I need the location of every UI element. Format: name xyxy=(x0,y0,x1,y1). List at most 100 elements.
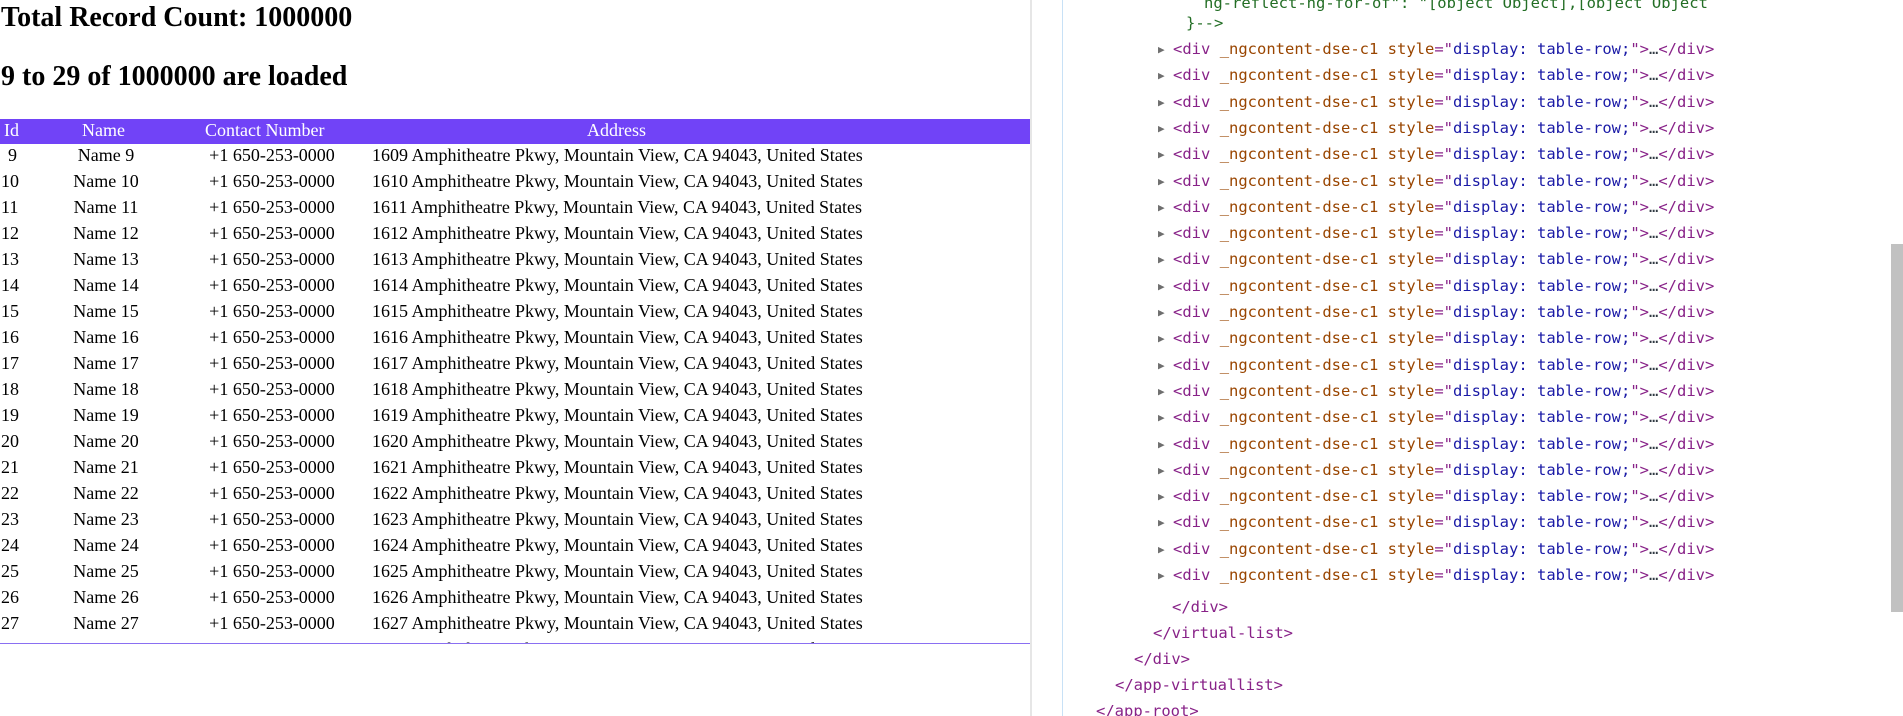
cell-id: 20 xyxy=(1,431,19,451)
dom-node-attr: style xyxy=(1387,92,1435,111)
dom-node-tag: div xyxy=(1677,118,1706,137)
cell-name: Name 9 xyxy=(77,145,135,165)
dom-node-row[interactable]: ▶ <div _ngcontent-dse-c1 style="display: … xyxy=(1158,404,1714,430)
expand-triangle-icon[interactable]: ▶ xyxy=(1158,116,1169,142)
dom-node-row[interactable]: ▶ <div _ngcontent-dse-c1 style="display: … xyxy=(1158,36,1714,62)
dom-node-row[interactable]: ▶ <div _ngcontent-dse-c1 style="display: … xyxy=(1158,89,1714,115)
dom-node-tag: div xyxy=(1677,171,1706,190)
dom-node-punctuation: =" xyxy=(1434,197,1454,216)
dom-node-punctuation: </ xyxy=(1658,197,1678,216)
dom-node-attr: style xyxy=(1387,145,1435,164)
dom-node-tag: div xyxy=(1677,434,1706,453)
dom-node-attr: style xyxy=(1387,566,1435,584)
table-row[interactable]: 17 Name 17 +1 650-253-0000 1617 Amphitheatr… xyxy=(0,352,1030,378)
dom-node-punctuation xyxy=(1210,356,1219,374)
expand-triangle-icon[interactable]: ▶ xyxy=(1158,274,1169,300)
expand-triangle-icon[interactable]: ▶ xyxy=(1158,221,1169,247)
dom-node-val: display: table-row; xyxy=(1453,539,1631,558)
expand-triangle-icon[interactable]: ▶ xyxy=(1158,484,1169,510)
dom-node-punctuation xyxy=(1210,566,1219,584)
dom-node-punctuation: "> xyxy=(1630,303,1649,321)
dom-node-attr: _ngcontent-dse-c1 xyxy=(1219,92,1379,111)
dom-node-row[interactable]: ▶ <div _ngcontent-dse-c1 style="display: … xyxy=(1158,509,1714,535)
dom-node-row[interactable]: ▶ <div _ngcontent-dse-c1 style="display: … xyxy=(1158,457,1714,483)
expand-triangle-icon[interactable]: ▶ xyxy=(1158,458,1169,484)
expand-triangle-icon[interactable]: ▶ xyxy=(1158,247,1169,273)
table-row[interactable]: 25 Name 25 +1 650-253-0000 1625 Amphitheatr… xyxy=(0,560,1030,586)
devtools-scrollbar[interactable] xyxy=(1891,244,1903,612)
dom-node-ell: … xyxy=(1649,329,1659,348)
dom-node-row[interactable]: ▶ <div _ngcontent-dse-c1 style="display: … xyxy=(1158,246,1714,272)
table-row[interactable]: 14 Name 14 +1 650-253-0000 1614 Amphitheatr… xyxy=(0,274,1030,300)
table-row[interactable]: 23 Name 23 +1 650-253-0000 1623 Amphitheatr… xyxy=(0,508,1030,534)
dom-node-ell: … xyxy=(1649,434,1659,453)
expand-triangle-icon[interactable]: ▶ xyxy=(1158,326,1169,352)
table-row[interactable]: 16 Name 16 +1 650-253-0000 1616 Amphitheatr… xyxy=(0,326,1030,352)
table-row[interactable]: 26 Name 26 +1 650-253-0000 1626 Amphitheatr… xyxy=(0,586,1030,612)
dom-node-row[interactable]: ▶ <div _ngcontent-dse-c1 style="display: … xyxy=(1158,273,1714,299)
dom-node-punctuation: "> xyxy=(1630,66,1649,85)
table-row[interactable]: 28Name 28+1 650-253-00001628 Amphitheatr… xyxy=(0,638,1030,643)
table-row[interactable]: 11 Name 11 +1 650-253-0000 1611 Amphitheatr… xyxy=(0,196,1030,222)
dom-node-attr: style xyxy=(1387,329,1435,348)
dom-node-row[interactable]: ▶ <div _ngcontent-dse-c1 style="display: … xyxy=(1158,536,1714,562)
dom-node-row[interactable]: ▶ <div _ngcontent-dse-c1 style="display: … xyxy=(1158,168,1714,194)
dom-node-attr: style xyxy=(1387,276,1435,295)
table-row[interactable]: 15 Name 15 +1 650-253-0000 1615 Amphitheatr… xyxy=(0,300,1030,326)
table-row[interactable]: 19 Name 19 +1 650-253-0000 1619 Amphitheatr… xyxy=(0,404,1030,430)
dom-node-row[interactable]: ▶ <div _ngcontent-dse-c1 style="display: … xyxy=(1158,220,1714,246)
expand-triangle-icon[interactable]: ▶ xyxy=(1158,63,1169,89)
dom-node-val: display: table-row; xyxy=(1453,66,1631,85)
dom-node-punctuation: < xyxy=(1173,355,1183,374)
dom-node-row[interactable]: ▶ <div _ngcontent-dse-c1 style="display: … xyxy=(1158,483,1714,509)
expand-triangle-icon[interactable]: ▶ xyxy=(1158,90,1169,116)
expand-triangle-icon[interactable]: ▶ xyxy=(1158,300,1169,326)
expand-triangle-icon[interactable]: ▶ xyxy=(1158,510,1169,536)
expand-triangle-icon[interactable]: ▶ xyxy=(1158,537,1169,563)
expand-triangle-icon[interactable]: ▶ xyxy=(1158,379,1169,405)
dom-node-row[interactable]: ▶ <div _ngcontent-dse-c1 style="display: … xyxy=(1158,431,1714,457)
expand-triangle-icon[interactable]: ▶ xyxy=(1158,353,1169,379)
dom-node-row[interactable]: ▶ <div _ngcontent-dse-c1 style="display: … xyxy=(1158,325,1714,351)
virtual-list-viewport[interactable]: Id Name Contact Number Address 9 Name 9 +1… xyxy=(0,119,1030,644)
table-row[interactable]: 9 Name 9 +1 650-253-0000 1609 Amphitheatre … xyxy=(0,144,1030,170)
table-row[interactable]: 20 Name 20 +1 650-253-0000 1620 Amphitheatr… xyxy=(0,430,1030,456)
cell-contact-number: +1 650-253-0000 xyxy=(209,613,335,633)
dom-node-row[interactable]: ▶ <div _ngcontent-dse-c1 style="display: … xyxy=(1158,378,1714,404)
expand-triangle-icon[interactable]: ▶ xyxy=(1158,563,1169,589)
dom-node-attr: _ngcontent-dse-c1 xyxy=(1219,66,1379,85)
devtools-gutter-line xyxy=(1062,0,1063,716)
cell-id: 22 xyxy=(1,483,19,503)
dom-node-punctuation: </ xyxy=(1658,171,1678,190)
expand-triangle-icon[interactable]: ▶ xyxy=(1158,37,1169,63)
dom-node-row[interactable]: ▶ <div _ngcontent-dse-c1 style="display: … xyxy=(1158,62,1714,88)
dom-node-row[interactable]: ▶ <div _ngcontent-dse-c1 style="display: … xyxy=(1158,194,1714,220)
table-row[interactable]: 10 Name 10 +1 650-253-0000 1610 Amphitheatr… xyxy=(0,170,1030,196)
table-row[interactable]: 13 Name 13 +1 650-253-0000 1613 Amphitheatr… xyxy=(0,248,1030,274)
dom-node-punctuation: < xyxy=(1173,145,1183,164)
dom-node-attr: _ngcontent-dse-c1 xyxy=(1219,487,1379,506)
expand-triangle-icon[interactable]: ▶ xyxy=(1158,169,1169,195)
table-row[interactable]: 21 Name 21 +1 650-253-0000 1621 Amphitheatr… xyxy=(0,456,1030,482)
expand-triangle-icon[interactable]: ▶ xyxy=(1158,142,1169,168)
expand-triangle-icon[interactable]: ▶ xyxy=(1158,195,1169,221)
dom-node-ell: … xyxy=(1649,460,1659,479)
table-row[interactable]: 27 Name 27 +1 650-253-0000 1627 Amphitheatr… xyxy=(0,612,1030,638)
dom-node-punctuation: "> xyxy=(1630,329,1649,348)
dom-node-punctuation: =" xyxy=(1434,566,1454,584)
table-row[interactable]: 22 Name 22 +1 650-253-0000 1622 Amphitheatr… xyxy=(0,482,1030,508)
dom-node-tag: div xyxy=(1182,250,1211,269)
dom-node-row[interactable]: ▶ <div _ngcontent-dse-c1 style="display: … xyxy=(1158,115,1714,141)
expand-triangle-icon[interactable]: ▶ xyxy=(1158,405,1169,431)
expand-triangle-icon[interactable]: ▶ xyxy=(1158,432,1169,458)
dom-node-row[interactable]: ▶ <div _ngcontent-dse-c1 style="display: … xyxy=(1158,299,1714,325)
table-row[interactable]: 24 Name 24 +1 650-253-0000 1624 Amphitheatr… xyxy=(0,534,1030,560)
table-row[interactable]: 18 Name 18 +1 650-253-0000 1618 Amphitheatr… xyxy=(0,378,1030,404)
table-row[interactable]: 12 Name 12 +1 650-253-0000 1612 Amphitheatr… xyxy=(0,222,1030,248)
dom-node-row[interactable]: ▶ <div _ngcontent-dse-c1 style="display: … xyxy=(1158,562,1714,588)
dom-node-row[interactable]: ▶ <div _ngcontent-dse-c1 style="display: … xyxy=(1158,352,1714,378)
cell-name: Name 25 xyxy=(73,561,139,581)
dom-node-tag: div xyxy=(1182,118,1211,137)
cell-id: 25 xyxy=(1,561,19,581)
dom-node-row[interactable]: ▶ <div _ngcontent-dse-c1 style="display: … xyxy=(1158,141,1714,167)
